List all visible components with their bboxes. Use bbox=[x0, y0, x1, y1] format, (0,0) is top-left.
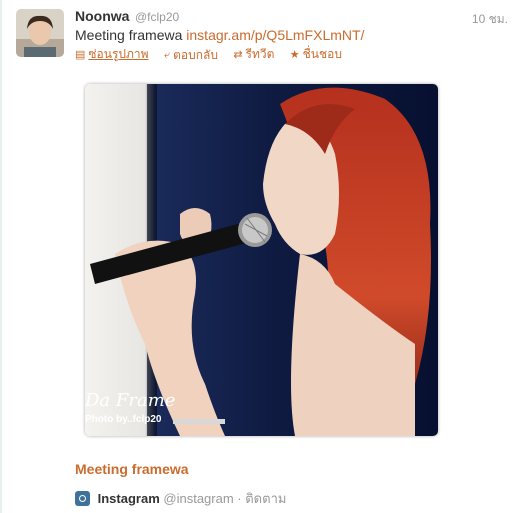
tweet-text-body: Meeting framewa bbox=[75, 27, 183, 43]
favorite-label: ชื่นชอบ bbox=[302, 47, 342, 61]
image-icon: ▤ bbox=[75, 49, 86, 61]
reply-label: ตอบกลับ bbox=[173, 48, 218, 62]
hide-photo-button[interactable]: ▤ ซ่อนรูปภาพ bbox=[75, 45, 149, 64]
card-byline: Instagram @instagram · ติดตาม bbox=[75, 488, 286, 509]
tweet-link[interactable]: instagr.am/p/Q5LmFXLmNT/ bbox=[186, 27, 364, 43]
card-title[interactable]: Meeting framewa bbox=[75, 461, 189, 477]
tweet-text: Meeting framewa instagr.am/p/Q5LmFXLmNT/ bbox=[75, 27, 364, 43]
tweet-photo[interactable]: Da Frame Photo by..fclp20 bbox=[85, 84, 438, 436]
author-name[interactable]: Noonwa bbox=[75, 8, 129, 24]
retweet-button[interactable]: ⇄ รีทวีต bbox=[233, 45, 274, 64]
retweet-label: รีทวีต bbox=[245, 47, 275, 61]
instagram-icon[interactable] bbox=[75, 491, 90, 506]
author-handle[interactable]: @fclp20 bbox=[135, 10, 179, 24]
star-icon: ★ bbox=[289, 49, 300, 61]
tweet-time[interactable]: 10 ชม. bbox=[472, 10, 508, 29]
tweet-actions: ▤ ซ่อนรูปภาพ ⤶ ตอบกลับ ⇄ รีทวีต ★ ชื่นชอ… bbox=[75, 45, 354, 65]
avatar[interactable] bbox=[16, 9, 64, 57]
follow-button[interactable]: · ติดตาม bbox=[237, 491, 286, 506]
retweet-icon: ⇄ bbox=[233, 49, 243, 61]
favorite-button[interactable]: ★ ชื่นชอบ bbox=[290, 45, 342, 64]
reply-icon: ⤶ bbox=[163, 49, 171, 61]
photo-watermark-script: Da Frame bbox=[85, 390, 175, 411]
tweet-panel: Noonwa @fclp20 10 ชม. Meeting framewa in… bbox=[0, 0, 518, 513]
photo-watermark-credit: Photo by..fclp20 bbox=[85, 414, 162, 425]
reply-button[interactable]: ⤶ ตอบกลับ bbox=[164, 46, 218, 65]
source-name[interactable]: Instagram bbox=[98, 491, 160, 506]
source-handle[interactable]: @instagram bbox=[163, 491, 233, 506]
hide-photo-label: ซ่อนรูปภาพ bbox=[88, 47, 149, 61]
